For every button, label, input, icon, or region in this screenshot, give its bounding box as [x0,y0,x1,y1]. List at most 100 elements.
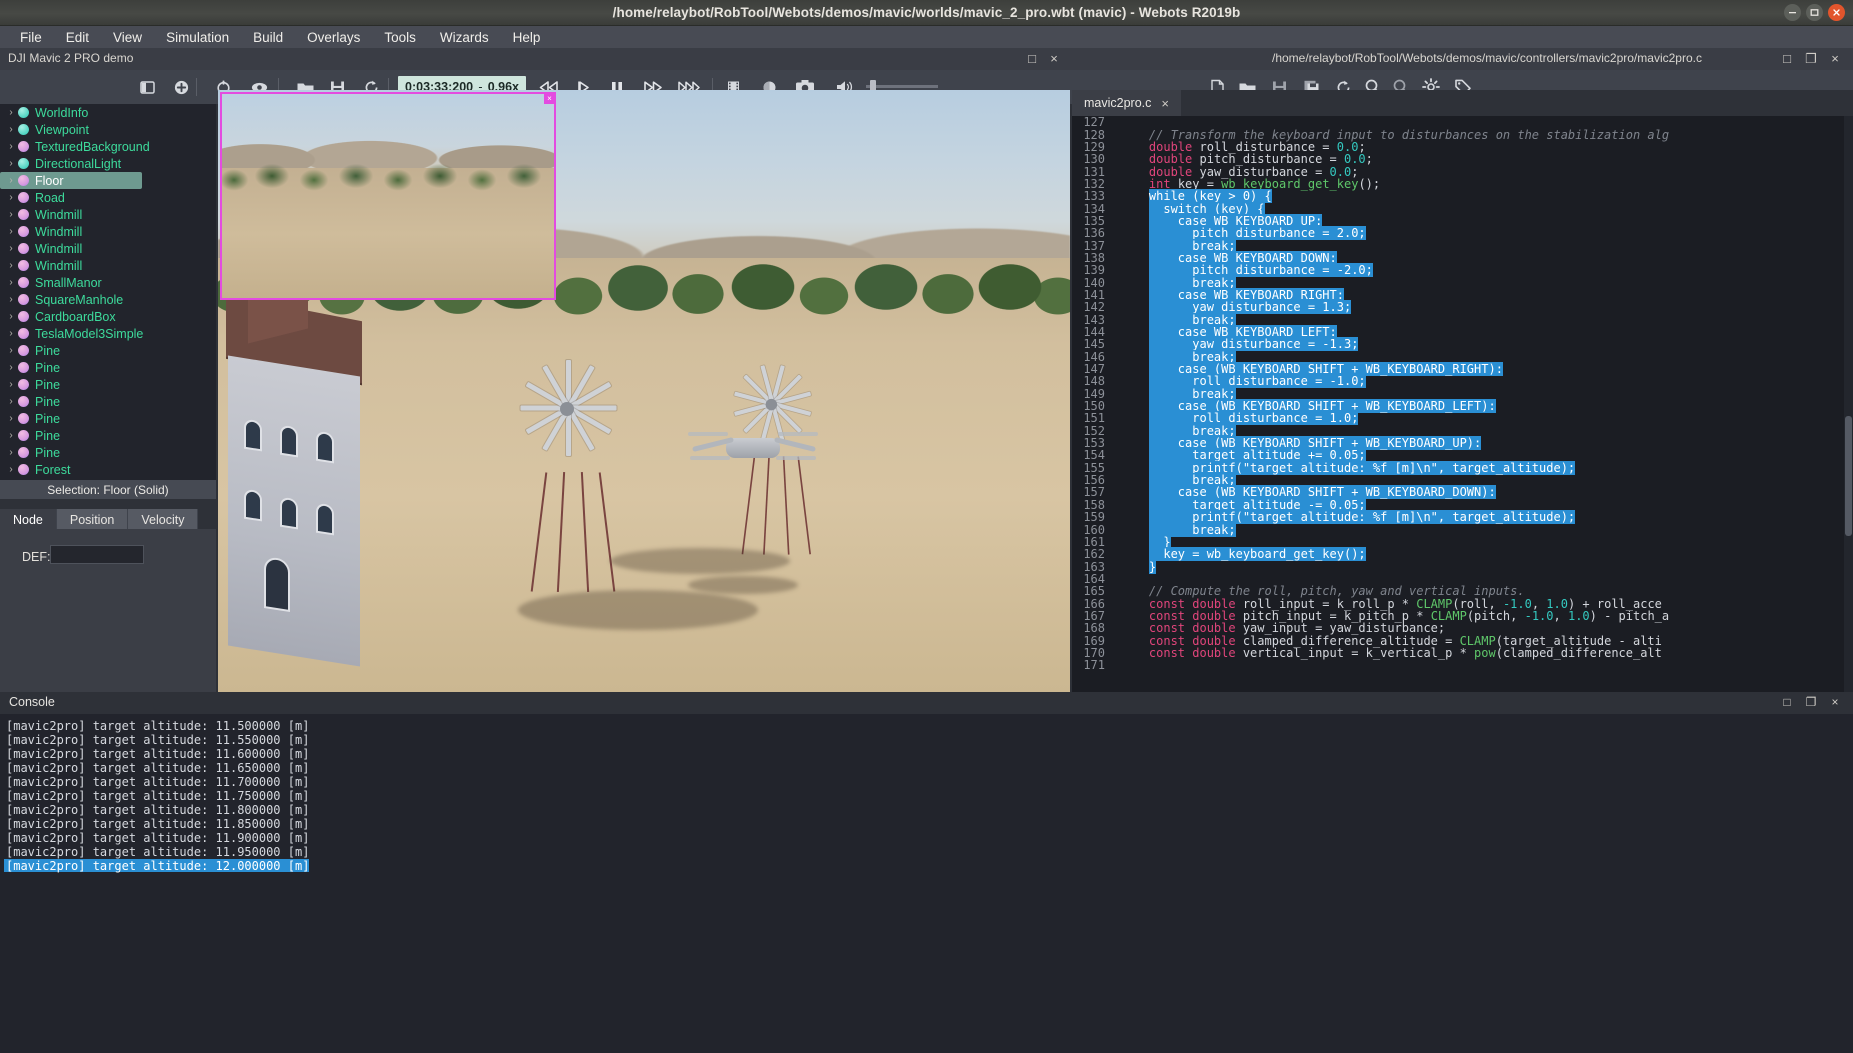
code-line[interactable]: 164 [1072,571,1853,586]
scene-panel-restore-button[interactable]: □ [1024,51,1040,66]
expand-arrow-icon[interactable]: › [4,345,18,356]
simulation-viewport[interactable]: × [218,90,1070,692]
tree-node-forest[interactable]: › Forest [0,461,216,478]
code-line[interactable]: 136 pitch_disturbance = 2.0; [1072,226,1853,241]
tree-node-windmill[interactable]: › Windmill [0,223,216,240]
overlay-close-icon[interactable]: × [544,93,555,104]
scene-panel-close-button[interactable]: × [1046,51,1062,66]
code-line[interactable]: 134 switch (key) { [1072,201,1853,216]
editor-tab-mavic2pro-c[interactable]: mavic2pro.c × [1072,90,1181,116]
menu-item-wizards[interactable]: Wizards [428,28,501,47]
expand-arrow-icon[interactable]: › [4,226,18,237]
code-line[interactable]: 156 break; [1072,473,1853,488]
code-line[interactable]: 163 } [1072,559,1853,574]
expand-arrow-icon[interactable]: › [4,447,18,458]
tree-node-pine[interactable]: › Pine [0,427,216,444]
code-text-area[interactable]: 127 128 // Transform the keyboard input t… [1072,116,1853,692]
code-line[interactable]: 170 const double vertical_input = k_vert… [1072,645,1853,660]
code-line[interactable]: 148 roll_disturbance = -1.0; [1072,374,1853,389]
code-line[interactable]: 162 key = wb_keyboard_get_key(); [1072,547,1853,562]
code-line[interactable]: 143 break; [1072,312,1853,327]
camera-overlay-selection-border[interactable]: × [220,92,556,300]
def-input[interactable] [50,545,144,564]
minimize-button[interactable] [1784,4,1801,21]
volume-slider[interactable] [866,80,938,93]
code-line[interactable]: 138 case WB_KEYBOARD_DOWN: [1072,250,1853,265]
tree-node-cardboardbox[interactable]: › CardboardBox [0,308,216,325]
expand-arrow-icon[interactable]: › [4,464,18,475]
tree-node-pine[interactable]: › Pine [0,342,216,359]
tree-node-pine[interactable]: › Pine [0,359,216,376]
small-manor-model[interactable] [218,278,378,692]
code-line[interactable]: 171 [1072,658,1853,673]
console-close-button[interactable]: × [1827,695,1843,709]
tree-node-texturedbackground[interactable]: › TexturedBackground [0,138,216,155]
code-line[interactable]: 129 double roll_disturbance = 0.0; [1072,139,1853,154]
add-node-icon[interactable] [170,76,192,98]
expand-arrow-icon[interactable]: › [4,413,18,424]
code-line[interactable]: 128 // Transform the keyboard input to d… [1072,127,1853,142]
menu-item-overlays[interactable]: Overlays [295,28,372,47]
menu-item-tools[interactable]: Tools [372,28,428,47]
tree-node-windmill[interactable]: › Windmill [0,206,216,223]
sidebar-toggle-icon[interactable] [136,76,158,98]
code-line[interactable]: 133 while (key > 0) { [1072,189,1853,204]
editor-tab-close-icon[interactable]: × [1161,96,1169,111]
editor-scrollbar-thumb[interactable] [1845,416,1852,536]
tree-node-pine[interactable]: › Pine [0,444,216,461]
code-line[interactable]: 165 // Compute the roll, pitch, yaw and … [1072,584,1853,599]
maximize-button[interactable] [1806,4,1823,21]
code-line[interactable]: 168 const double yaw_input = yaw_disturb… [1072,621,1853,636]
expand-arrow-icon[interactable]: › [4,141,18,152]
code-line[interactable]: 127 [1072,116,1853,130]
close-button[interactable] [1828,4,1845,21]
tree-node-floor[interactable]: › Floor [0,172,142,189]
tree-node-pine[interactable]: › Pine [0,410,216,427]
code-line[interactable]: 153 case (WB_KEYBOARD_SHIFT + WB_KEYBOAR… [1072,436,1853,451]
code-line[interactable]: 157 case (WB_KEYBOARD_SHIFT + WB_KEYBOAR… [1072,485,1853,500]
tree-node-directionallight[interactable]: › DirectionalLight [0,155,216,172]
code-line[interactable]: 154 target_altitude += 0.05; [1072,448,1853,463]
code-line[interactable]: 152 break; [1072,423,1853,438]
tree-node-windmill[interactable]: › Windmill [0,240,216,257]
code-line[interactable]: 149 break; [1072,386,1853,401]
expand-arrow-icon[interactable]: › [4,192,18,203]
code-line[interactable]: 158 target_altitude -= 0.05; [1072,497,1853,512]
expand-arrow-icon[interactable]: › [4,107,18,118]
expand-arrow-icon[interactable]: › [4,277,18,288]
expand-arrow-icon[interactable]: › [4,124,18,135]
tree-node-smallmanor[interactable]: › SmallManor [0,274,216,291]
tree-node-squaremanhole[interactable]: › SquareManhole [0,291,216,308]
console-restore-button[interactable]: □ [1779,695,1795,709]
editor-panel-maximize-button[interactable]: ❐ [1803,51,1819,67]
code-line[interactable]: 137 break; [1072,238,1853,253]
field-tab-velocity[interactable]: Velocity [128,509,199,531]
menu-item-edit[interactable]: Edit [54,28,101,47]
mavic2pro-drone-model[interactable] [688,420,818,480]
tree-node-windmill[interactable]: › Windmill [0,257,216,274]
code-line[interactable]: 140 break; [1072,275,1853,290]
code-line[interactable]: 139 pitch_disturbance = -2.0; [1072,263,1853,278]
code-line[interactable]: 145 yaw_disturbance = -1.3; [1072,337,1853,352]
code-line[interactable]: 151 roll_disturbance = 1.0; [1072,411,1853,426]
menu-item-file[interactable]: File [8,28,54,47]
expand-arrow-icon[interactable]: › [4,294,18,305]
console-maximize-button[interactable]: ❐ [1803,695,1819,709]
code-line[interactable]: 155 printf("target altitude: %f [m]\n", … [1072,460,1853,475]
code-line[interactable]: 142 yaw_disturbance = 1.3; [1072,300,1853,315]
editor-panel-close-button[interactable]: × [1827,51,1843,66]
code-line[interactable]: 147 case (WB_KEYBOARD_SHIFT + WB_KEYBOAR… [1072,362,1853,377]
editor-scrollbar[interactable] [1844,116,1853,692]
field-tab-position[interactable]: Position [56,509,129,531]
code-line[interactable]: 169 const double clamped_difference_alti… [1072,633,1853,648]
menu-item-view[interactable]: View [101,28,154,47]
expand-arrow-icon[interactable]: › [4,260,18,271]
expand-arrow-icon[interactable]: › [4,209,18,220]
expand-arrow-icon[interactable]: › [4,328,18,339]
code-line[interactable]: 150 case (WB_KEYBOARD_SHIFT + WB_KEYBOAR… [1072,399,1853,414]
expand-arrow-icon[interactable]: › [4,430,18,441]
editor-panel-restore-button[interactable]: □ [1779,51,1795,66]
expand-arrow-icon[interactable]: › [4,243,18,254]
code-line[interactable]: 144 case WB_KEYBOARD_LEFT: [1072,325,1853,340]
tree-node-pine[interactable]: › Pine [0,393,216,410]
